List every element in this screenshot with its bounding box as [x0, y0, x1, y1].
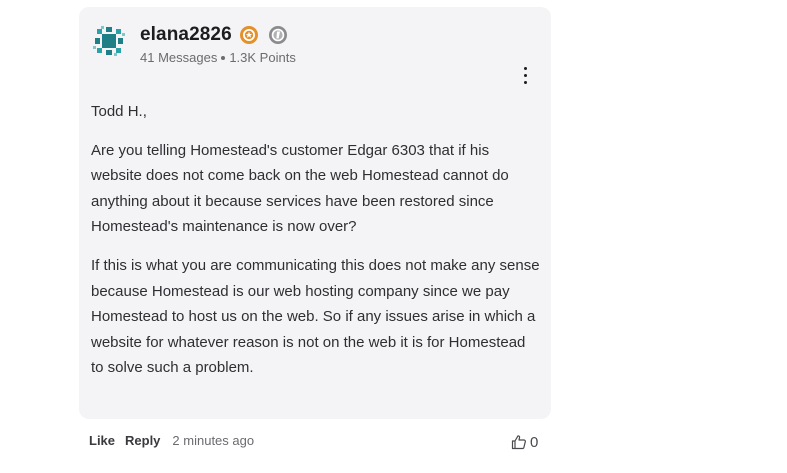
gold-gear-badge-icon [240, 26, 258, 44]
author-username[interactable]: elana2826 [140, 24, 232, 46]
thumbs-up-icon [511, 435, 526, 450]
message-count: 41 Messages [140, 50, 218, 65]
reply-button[interactable]: Reply [125, 433, 160, 448]
post-timestamp: 2 minutes ago [172, 433, 255, 448]
like-button[interactable]: Like [89, 433, 115, 448]
post-body: Todd H., Are you telling Homestead's cus… [91, 99, 541, 394]
author-stats: 41 Messages 1.3K Points [140, 50, 296, 65]
post-paragraph: Are you telling Homestead's customer Edg… [91, 141, 509, 236]
kudos-count: 0 [530, 433, 539, 451]
kebab-menu-icon[interactable] [515, 65, 535, 87]
separator-dot [221, 55, 226, 60]
post-paragraph: Todd H., [91, 103, 147, 120]
gray-gear-badge-icon [269, 26, 287, 44]
avatar[interactable] [93, 25, 125, 57]
points-count: 1.3K Points [229, 50, 296, 65]
post-footer: Like Reply 2 minutes ago [89, 433, 254, 453]
kudos-button[interactable]: 0 [511, 432, 538, 452]
post-paragraph: If this is what you are communicating th… [91, 256, 540, 377]
post-card: elana2826 41 Messages 1.3K Points Todd H.… [79, 7, 551, 419]
